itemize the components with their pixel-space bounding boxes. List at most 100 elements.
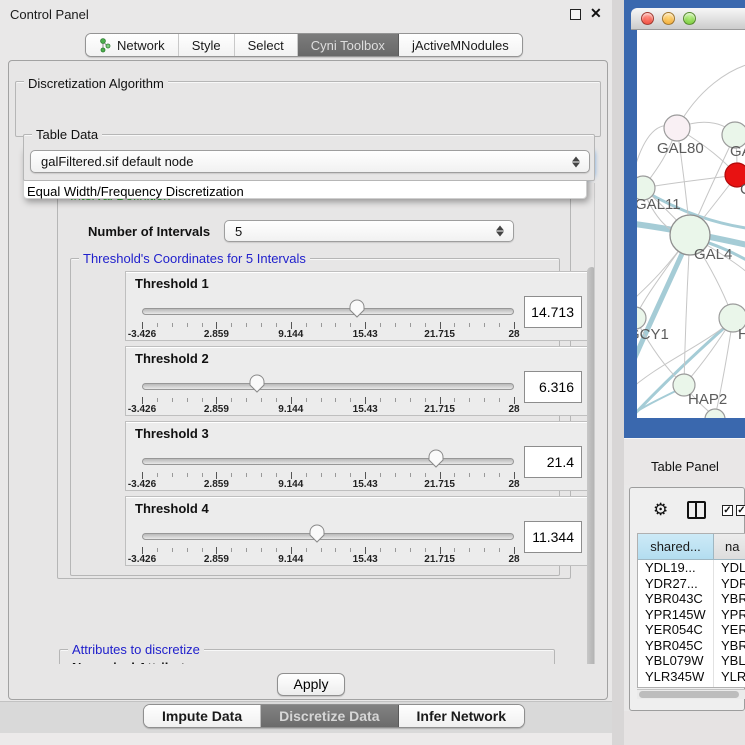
slider-thumb[interactable] — [349, 299, 365, 318]
top-tab-bar: Network Style Select Cyni Toolbox jActiv… — [85, 33, 523, 57]
tick-label: 2.859 — [204, 554, 229, 565]
tick-label: 28 — [508, 404, 519, 415]
table-cell: YDL19... — [638, 560, 714, 576]
float-panel-icon[interactable] — [570, 9, 581, 20]
network-canvas[interactable]: GAL80 GA C GAL11 GAL4 GCY1 H HAP2 — [637, 30, 745, 418]
threshold-slider[interactable] — [142, 458, 514, 465]
table-panel: ⚙ ✓ ✓ shared... na YDL19...YDL1YDR27...Y… — [629, 487, 745, 711]
control-panel: Control Panel ✕ Network Style Select Cyn… — [0, 0, 618, 745]
zoom-window-icon[interactable] — [683, 12, 696, 25]
group-label: Table Data — [32, 127, 102, 142]
slider-tick-labels: -3.4262.8599.14415.4321.71528 — [142, 554, 514, 565]
slider-ticks — [142, 547, 514, 554]
slider-thumb[interactable] — [428, 449, 444, 468]
network-window-titlebar[interactable] — [631, 8, 745, 30]
table-row[interactable]: YDR27...YDR2 — [638, 576, 745, 592]
table-hscrollbar-thumb[interactable] — [639, 691, 739, 698]
table-row[interactable]: YBR045CYBR0 — [638, 638, 745, 654]
table-row[interactable]: YBL079WYBL0 — [638, 653, 745, 669]
table-data-combobox[interactable]: galFiltered.sif default node — [30, 150, 590, 173]
tab-label: Network — [117, 38, 165, 53]
table-cell: YBR043C — [638, 591, 714, 607]
node-gal80[interactable] — [664, 115, 690, 141]
combobox-value: galFiltered.sif default node — [41, 154, 193, 169]
tick-label: 9.144 — [278, 479, 303, 490]
table-hscrollbar[interactable] — [637, 689, 745, 699]
threshold-1-panel: Threshold 1 -3.4262.8599.14415.4321.7152… — [125, 271, 589, 341]
tick-label: 9.144 — [278, 554, 303, 565]
threshold-2-panel: Threshold 2 -3.4262.8599.14415.4321.7152… — [125, 346, 589, 416]
threshold-slider[interactable] — [142, 308, 514, 315]
tab-discretize-data[interactable]: Discretize Data — [261, 705, 398, 727]
table-row[interactable]: YBR043CYBR0 — [638, 591, 745, 607]
table-settings-gear-icon[interactable]: ⚙ — [653, 501, 668, 518]
node-label: GAL4 — [694, 246, 732, 263]
table-cell: YER054C — [638, 622, 714, 638]
table-row[interactable]: YIL052CYIL0 — [638, 684, 745, 687]
tick-label: 15.43 — [353, 329, 378, 340]
column-header-name[interactable]: na — [714, 534, 745, 559]
interval-definition-group: Interval Definition Number of Intervals … — [57, 195, 571, 579]
close-panel-icon[interactable]: ✕ — [590, 5, 602, 22]
tab-infer-network[interactable]: Infer Network — [399, 705, 524, 727]
slider-ticks — [142, 322, 514, 329]
tab-cyni-toolbox[interactable]: Cyni Toolbox — [298, 34, 399, 56]
table-cell: YLR3 — [714, 669, 745, 685]
table-cell: YDL1 — [714, 560, 745, 576]
node-label: H — [738, 326, 745, 343]
slider-thumb[interactable] — [249, 374, 265, 393]
group-label: Threshold's Coordinates for 5 Intervals — [79, 251, 310, 266]
threshold-value-field[interactable]: 11.344 — [524, 521, 582, 553]
tab-network[interactable]: Network — [86, 34, 179, 56]
dropdown-item-equal-width[interactable]: Equal Width/Frequency Discretization — [24, 183, 586, 200]
node-label: GAL80 — [657, 140, 704, 157]
tab-jactivemnodules[interactable]: jActiveMNodules — [399, 34, 522, 56]
threshold-3-panel: Threshold 3 -3.4262.8599.14415.4321.7152… — [125, 421, 589, 491]
table-row[interactable]: YPR145WYPR1 — [638, 607, 745, 623]
column-header-shared-name[interactable]: shared... — [638, 534, 714, 559]
slider-tick-labels: -3.4262.8599.14415.4321.71528 — [142, 404, 514, 415]
panel-divider[interactable] — [612, 0, 624, 745]
table-row[interactable]: YLR345WYLR3 — [638, 669, 745, 685]
slider-tick-labels: -3.4262.8599.14415.4321.71528 — [142, 329, 514, 340]
table-cell: YBR0 — [714, 591, 745, 607]
threshold-4-panel: Threshold 4 -3.4262.8599.14415.4321.7152… — [125, 496, 589, 566]
table-cell: YIL0 — [714, 684, 745, 687]
table-row[interactable]: YDL19...YDL1 — [638, 560, 745, 576]
table-cell: YBR0 — [714, 638, 745, 654]
panel-scrollbar-thumb[interactable] — [587, 267, 595, 664]
node-table-body: YDL19...YDL1YDR27...YDR2YBR043CYBR0YPR14… — [638, 560, 745, 687]
threshold-slider[interactable] — [142, 383, 514, 390]
node-label: GCY1 — [637, 326, 669, 343]
table-data-group: Table Data galFiltered.sif default node — [23, 134, 595, 181]
tab-select[interactable]: Select — [235, 34, 298, 56]
tick-label: 15.43 — [353, 554, 378, 565]
tab-impute-data[interactable]: Impute Data — [144, 705, 261, 727]
threshold-value-field[interactable]: 6.316 — [524, 371, 582, 403]
tick-label: 2.859 — [204, 479, 229, 490]
table-cell: YLR345W — [638, 669, 714, 685]
table-cell: YPR1 — [714, 607, 745, 623]
threshold-slider[interactable] — [142, 533, 514, 540]
tick-label: 2.859 — [204, 329, 229, 340]
close-window-icon[interactable] — [641, 12, 654, 25]
apply-button[interactable]: Apply — [277, 673, 345, 696]
table-row[interactable]: YER054CYER0 — [638, 622, 745, 638]
node-label: GAL11 — [637, 196, 681, 213]
threshold-value-field[interactable]: 21.4 — [524, 446, 582, 478]
threshold-value-field[interactable]: 14.713 — [524, 296, 582, 328]
bottom-strip-light — [0, 733, 618, 745]
tick-label: 15.43 — [353, 479, 378, 490]
column-layout-icon[interactable] — [687, 501, 706, 519]
num-intervals-combobox[interactable]: 5 — [224, 220, 514, 242]
minimize-window-icon[interactable] — [662, 12, 675, 25]
checkbox-icon-1[interactable]: ✓ — [722, 505, 733, 516]
combobox-value: 5 — [235, 224, 242, 239]
tick-label: 21.715 — [424, 404, 455, 415]
discretization-algorithm-group: Discretization Algorithm — [15, 81, 601, 137]
slider-thumb[interactable] — [309, 524, 325, 543]
slider-tick-labels: -3.4262.8599.14415.4321.71528 — [142, 479, 514, 490]
checkbox-icon-2[interactable]: ✓ — [736, 505, 745, 516]
threshold-label: Threshold 4 — [135, 501, 209, 516]
tab-style[interactable]: Style — [179, 34, 235, 56]
